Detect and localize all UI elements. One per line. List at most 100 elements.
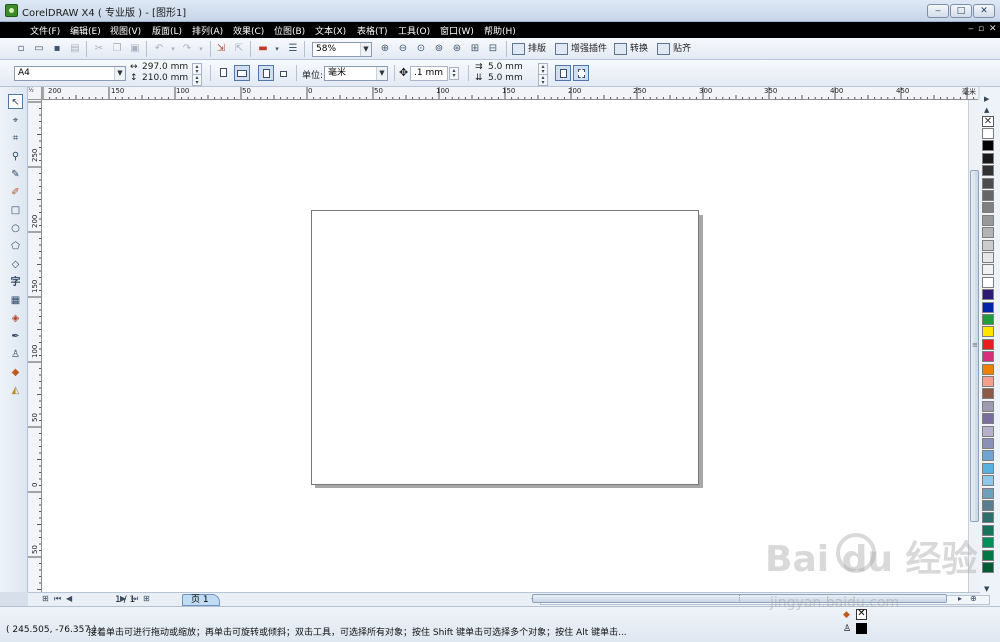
height-stepper[interactable]: ▴ ▾	[192, 74, 202, 86]
color-swatch[interactable]	[982, 227, 994, 239]
all-pages-button[interactable]	[258, 65, 274, 81]
new-document-icon[interactable]: ▫	[14, 42, 28, 56]
application-launcher-icon[interactable]: ▬	[256, 42, 270, 56]
launcher-dropdown-icon[interactable]: ▾	[270, 42, 284, 56]
rectangle-tool-icon[interactable]: □	[8, 203, 23, 218]
add-page-after-icon[interactable]: ⊞	[143, 594, 150, 603]
interactive-fill-tool-icon[interactable]: ◭	[8, 383, 23, 398]
previous-page-icon[interactable]: ◀	[66, 594, 72, 603]
print-icon[interactable]: ▤	[68, 42, 82, 56]
color-swatch[interactable]	[982, 202, 994, 214]
polygon-tool-icon[interactable]: ⬠	[8, 239, 23, 254]
color-swatch[interactable]	[982, 152, 994, 164]
menu-bitmaps[interactable]: 位图(B)	[274, 24, 305, 37]
zoom-page-width-icon[interactable]: ⊞	[468, 42, 482, 56]
color-swatch[interactable]	[982, 326, 994, 338]
last-page-icon[interactable]: ⏭	[131, 594, 138, 604]
maximize-button[interactable]: □	[950, 4, 972, 18]
color-swatch[interactable]	[982, 537, 994, 549]
color-swatch[interactable]	[982, 239, 994, 251]
fill-tool-icon[interactable]: ◆	[8, 365, 23, 380]
color-swatch[interactable]	[982, 450, 994, 462]
zoom-level-select[interactable]: 58% ▼	[312, 42, 372, 57]
smart-fill-tool-icon[interactable]: ✐	[8, 185, 23, 200]
color-swatch[interactable]	[982, 376, 994, 387]
portrait-button[interactable]	[216, 65, 232, 81]
zoom-all-objects-icon[interactable]: ⊚	[432, 42, 446, 56]
duplicate-y-stepper[interactable]: ▴ ▾	[538, 74, 548, 86]
color-swatch[interactable]	[982, 177, 994, 189]
document-page[interactable]	[311, 210, 699, 485]
scroll-right-icon[interactable]: ▸	[958, 594, 962, 603]
snap-to-button[interactable]: 贴齐	[657, 42, 691, 57]
pick-tool-icon[interactable]: ↖	[8, 94, 23, 109]
menu-edit[interactable]: 编辑(E)	[70, 24, 101, 37]
eyedropper-tool-icon[interactable]: ✒	[8, 329, 23, 344]
color-swatch[interactable]	[982, 549, 994, 561]
color-swatch[interactable]	[982, 425, 994, 437]
color-swatch[interactable]	[982, 289, 994, 301]
layout-button[interactable]: 排版	[512, 42, 546, 57]
color-swatch[interactable]	[982, 338, 994, 350]
color-swatch[interactable]	[982, 301, 994, 313]
doc-close-icon[interactable]: ✕	[989, 24, 997, 34]
undo-icon[interactable]: ↶	[152, 42, 166, 56]
ruler-origin-corner[interactable]: ½	[28, 87, 42, 100]
text-tool-icon[interactable]: 字	[8, 275, 23, 290]
color-swatch[interactable]	[982, 500, 994, 511]
color-swatch[interactable]	[982, 214, 994, 226]
color-swatch[interactable]	[982, 462, 994, 474]
zoom-page-height-icon[interactable]: ⊟	[486, 42, 500, 56]
color-swatch[interactable]	[982, 400, 994, 412]
current-page-button[interactable]	[276, 65, 292, 81]
undo-dropdown-icon[interactable]: ▾	[166, 42, 180, 56]
export-icon[interactable]: ⇱	[232, 42, 246, 56]
import-icon[interactable]: ⇲	[214, 42, 228, 56]
menu-layout[interactable]: 版面(L)	[152, 24, 182, 37]
welcome-screen-icon[interactable]: ☰	[286, 42, 300, 56]
table-tool-icon[interactable]: ▦	[8, 293, 23, 308]
menu-help[interactable]: 帮助(H)	[484, 24, 516, 37]
palette-scroll-down-icon[interactable]: ▼	[984, 585, 989, 593]
menu-effects[interactable]: 效果(C)	[233, 24, 264, 37]
draw-objects-scale-button[interactable]	[573, 65, 589, 81]
convert-button[interactable]: 转换	[614, 42, 648, 57]
units-select[interactable]: 毫米 ▼	[324, 66, 388, 81]
doc-minimize-icon[interactable]: ‒	[968, 24, 974, 34]
color-swatch[interactable]	[982, 475, 994, 487]
add-page-before-icon[interactable]: ⊞	[42, 594, 49, 603]
color-swatch[interactable]	[982, 512, 994, 524]
color-swatch[interactable]	[982, 165, 994, 177]
redo-icon[interactable]: ↷	[180, 42, 194, 56]
vertical-scrollbar-thumb[interactable]: ≡	[970, 170, 979, 522]
vertical-ruler[interactable]: 250 200 150 100 50 0 50	[28, 100, 42, 592]
color-swatch[interactable]	[982, 351, 994, 363]
menu-window[interactable]: 窗口(W)	[440, 24, 474, 37]
zoom-page-icon[interactable]: ⊛	[450, 42, 464, 56]
duplicate-y-field[interactable]: 5.0 mm	[488, 73, 523, 83]
treat-as-filled-button[interactable]	[555, 65, 571, 81]
enhance-plugin-button[interactable]: 增强插件	[555, 42, 607, 57]
close-button[interactable]: ✕	[973, 4, 995, 18]
landscape-button[interactable]	[234, 65, 250, 81]
color-swatch[interactable]	[982, 276, 994, 288]
horizontal-ruler[interactable]: 200 150 100 50 0 50 100 150 200 250 300 …	[42, 87, 978, 100]
zoom-out-icon[interactable]: ⊖	[396, 42, 410, 56]
color-swatch[interactable]	[982, 562, 994, 573]
menu-arrange[interactable]: 排列(A)	[192, 24, 223, 37]
paste-icon[interactable]: ▣	[128, 42, 142, 56]
page-tab-1[interactable]: 页 1	[182, 594, 220, 606]
color-swatch[interactable]	[982, 252, 994, 263]
color-swatch[interactable]	[982, 128, 994, 139]
zoom-selected-icon[interactable]: ⊙	[414, 42, 428, 56]
no-color-swatch[interactable]: ✕	[982, 116, 994, 127]
zoom-tool-icon[interactable]: ⚲	[8, 149, 23, 164]
color-swatch[interactable]	[982, 438, 994, 449]
color-swatch[interactable]	[982, 190, 994, 201]
palette-scroll-up-icon[interactable]: ▶	[984, 95, 989, 103]
navigator-zoom-icon[interactable]: ⊕	[970, 594, 977, 603]
nudge-stepper[interactable]: ▴ ▾	[449, 67, 459, 80]
next-page-icon[interactable]: ▶	[120, 594, 126, 603]
outline-tool-icon[interactable]: ♙	[8, 347, 23, 362]
freehand-tool-icon[interactable]: ✎	[8, 167, 23, 182]
